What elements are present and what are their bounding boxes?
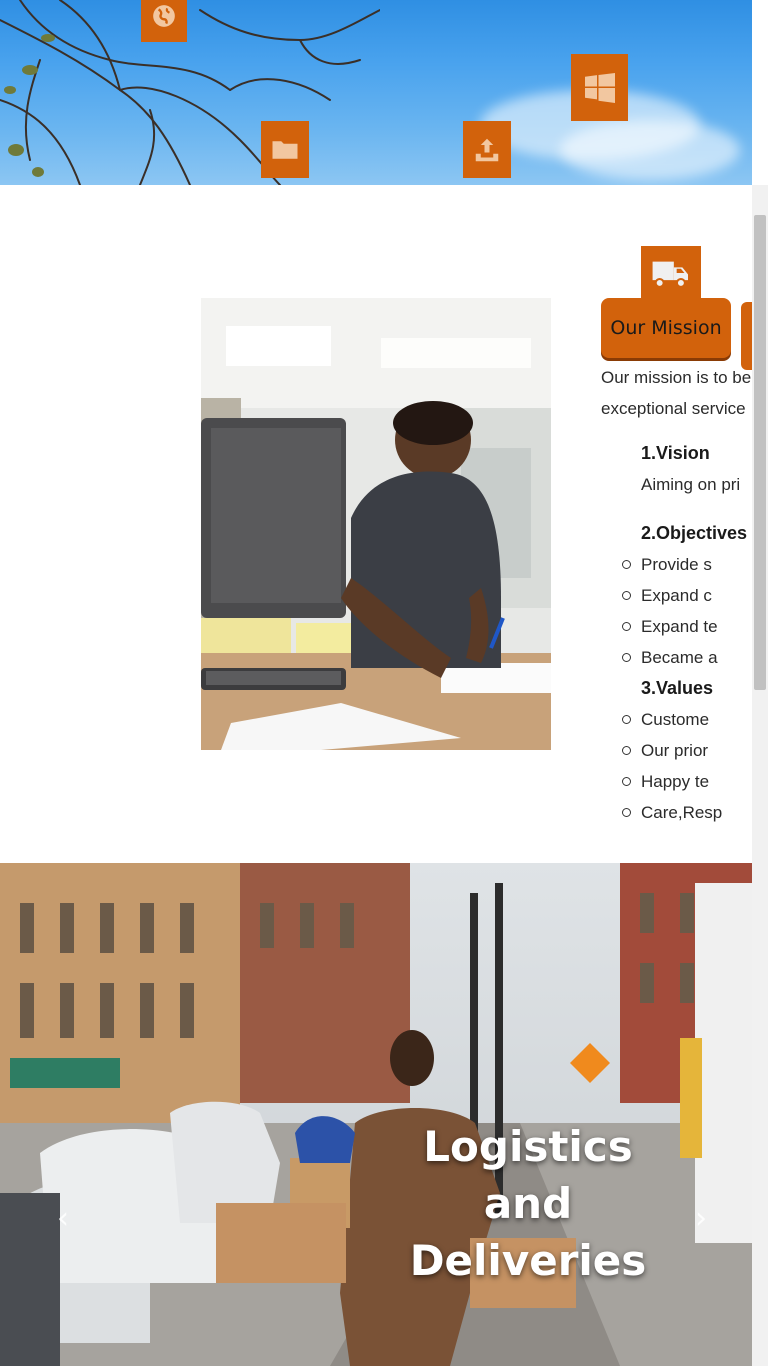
our-mission-button[interactable]: Our Mission (601, 298, 731, 358)
value-item: Care,Resp (601, 797, 768, 828)
mission-intro-line2: exceptional service (601, 399, 746, 418)
folder-icon[interactable] (261, 121, 309, 178)
carousel-slide-image (0, 863, 752, 1366)
vision-text: Aiming on pri (641, 475, 741, 494)
upload-icon[interactable] (463, 121, 511, 178)
hero-carousel: Logistics and Deliveries ‹ › (0, 863, 752, 1366)
scrollbar[interactable] (752, 185, 768, 1366)
values-list: Custome Our prior Happy te Care,Resp (601, 704, 768, 828)
value-item: Our prior (601, 735, 768, 766)
windows-icon[interactable] (571, 54, 628, 121)
mission-intro-line1: Our mission is to be (601, 368, 752, 387)
goals-list: 1.Vision Aiming on pri 2.Objectives Prov… (622, 438, 768, 828)
office-worker-photo (201, 298, 551, 750)
caption-line3: Deliveries (409, 1236, 647, 1285)
value-item: Custome (601, 704, 768, 735)
caption-line2: and (483, 1179, 573, 1228)
vision-heading: 1.Vision (641, 443, 710, 463)
objective-item: Became a (601, 642, 768, 673)
globe-icon[interactable] (141, 0, 187, 42)
carousel-caption: Logistics and Deliveries (408, 1118, 648, 1289)
carousel-prev-button[interactable]: ‹ (48, 1198, 78, 1238)
carousel-next-button[interactable]: › (686, 1198, 716, 1238)
objectives-list: Provide s Expand c Expand te Became a (601, 549, 768, 673)
tree-branches-graphic (0, 0, 380, 185)
objectives-heading: 2.Objectives (641, 523, 748, 543)
hero-banner (0, 0, 752, 185)
value-item: Happy te (601, 766, 768, 797)
scrollbar-thumb[interactable] (754, 215, 766, 690)
objective-item: Expand te (601, 611, 768, 642)
mission-intro: Our mission is to be exceptional service (601, 362, 768, 424)
page: Our Mission Our mission is to be excepti… (0, 0, 768, 1366)
values-heading: 3.Values (641, 678, 714, 698)
objective-item: Expand c (601, 580, 768, 611)
objective-item: Provide s (601, 549, 768, 580)
truck-icon[interactable] (641, 246, 701, 300)
caption-line1: Logistics (423, 1122, 633, 1171)
